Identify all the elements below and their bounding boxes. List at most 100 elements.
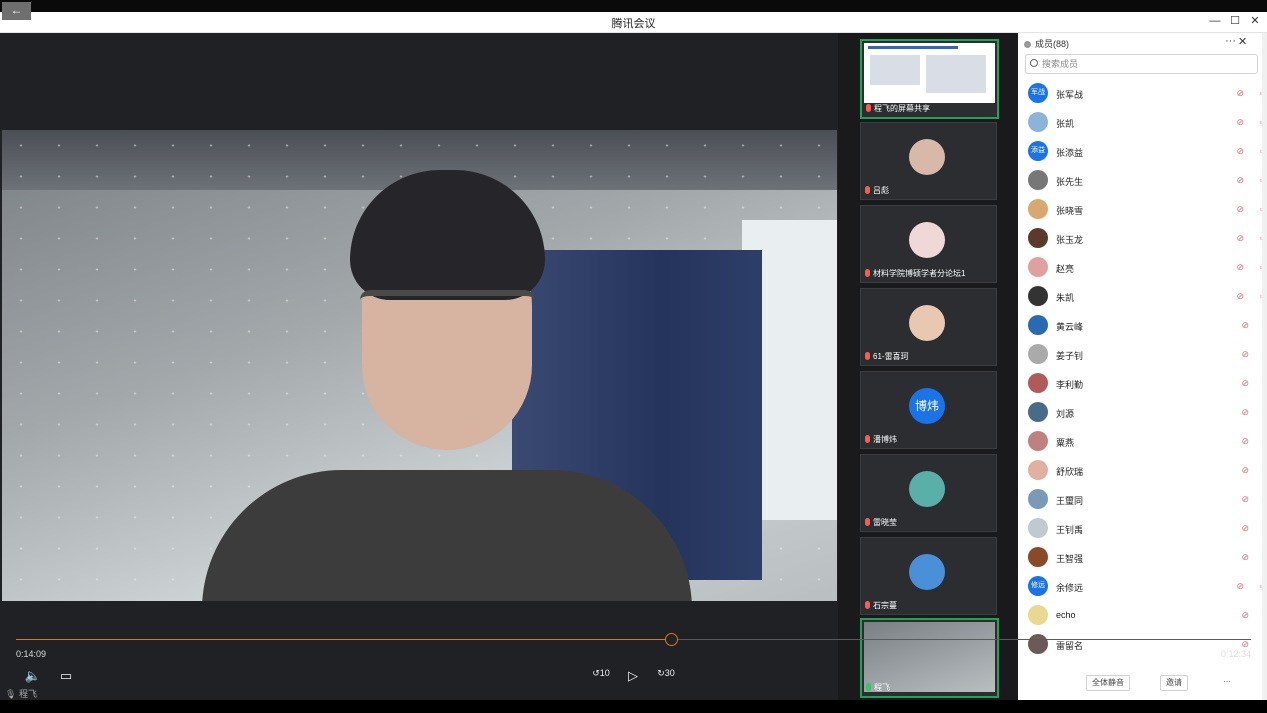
avatar <box>1028 489 1048 509</box>
members-footer: 全体静音 邀请 ··· <box>1018 667 1262 700</box>
member-row[interactable]: 舒欣瑞 ⊘ <box>1028 459 1256 485</box>
back-arrow-icon[interactable]: ← <box>2 2 31 20</box>
member-name: 张凯 <box>1056 119 1075 129</box>
gallery-tile[interactable]: 石宗蔓 <box>860 537 997 615</box>
gallery-tile-self[interactable]: 程飞 <box>860 618 999 698</box>
member-row[interactable]: 添益张添益⊘▫ <box>1028 140 1263 166</box>
mic-muted-icon[interactable]: ⊘ <box>1241 436 1249 447</box>
gallery-tile[interactable]: 61-雷喜珂 <box>860 288 997 366</box>
member-name: 朱凯 <box>1056 293 1075 303</box>
member-name: 雷留名 <box>1056 641 1084 651</box>
avatar <box>909 139 945 175</box>
panel-scrollbar[interactable] <box>1262 33 1267 700</box>
avatar <box>1028 402 1048 422</box>
mic-muted-icon[interactable]: ⊘ <box>1241 407 1249 418</box>
progress-fill <box>16 639 671 640</box>
avatar: 修远 <box>1028 576 1048 596</box>
gallery-tile[interactable]: 吕彪 <box>860 122 997 200</box>
gallery-tile[interactable]: 博炜 潘博炜 <box>860 371 997 449</box>
mic-muted-icon[interactable]: ⊘ <box>1241 465 1249 476</box>
avatar <box>1028 605 1048 625</box>
member-row[interactable]: 赵亮⊘▫ <box>1028 256 1263 282</box>
member-name: 姜子钊 <box>1056 351 1084 361</box>
gallery-tile[interactable]: 材料学院博硕学者分论坛1 <box>860 205 997 283</box>
shared-slide-thumbnail <box>864 43 995 103</box>
main-video-stage <box>0 33 838 700</box>
active-speaker-video[interactable] <box>2 130 837 601</box>
mic-muted-icon <box>865 518 870 526</box>
rewind-10-button[interactable]: ↺10 <box>592 668 610 679</box>
member-row[interactable]: 张玉龙⊘▫ <box>1028 227 1263 253</box>
member-row[interactable]: 修远余修远⊘▫ <box>1028 575 1263 601</box>
mic-muted-icon[interactable]: ⊘ <box>1241 552 1249 563</box>
mic-muted-icon <box>865 601 870 609</box>
mic-muted-icon[interactable]: ⊘ <box>1241 494 1249 505</box>
mic-muted-icon[interactable]: ⊘ <box>1241 610 1249 621</box>
mic-muted-icon[interactable]: ⊘ <box>1236 262 1244 273</box>
more-icon[interactable]: ··· <box>1225 35 1236 47</box>
mic-muted-icon[interactable]: ⊘ <box>1241 349 1249 360</box>
more-options-button[interactable]: ··· <box>1218 675 1236 689</box>
gallery-tile-screenshare[interactable]: 程飞的屏幕共享 <box>860 39 999 119</box>
mic-muted-icon <box>865 186 870 194</box>
mic-icon <box>866 683 871 691</box>
volume-icon[interactable]: 🔈 <box>24 668 42 684</box>
mic-muted-icon[interactable]: ⊘ <box>1236 204 1244 215</box>
member-name: 张军战 <box>1056 90 1084 100</box>
mic-muted-icon[interactable]: ⊘ <box>1236 581 1244 592</box>
tile-name: 吕彪 <box>865 185 889 196</box>
avatar <box>1028 199 1048 219</box>
mic-muted-icon[interactable]: ⊘ <box>1236 117 1244 128</box>
member-row[interactable]: 刘源 ⊘ <box>1028 401 1256 427</box>
mic-muted-icon[interactable]: ⊘ <box>1236 88 1244 99</box>
member-row[interactable]: 李利勤 ⊘ <box>1028 372 1256 398</box>
mic-muted-icon[interactable]: ⊘ <box>1236 233 1244 244</box>
avatar <box>1028 112 1048 132</box>
close-panel-icon[interactable]: ✕ <box>1238 35 1247 48</box>
avatar <box>1028 257 1048 277</box>
member-row[interactable]: 军战张军战⊘▫ <box>1028 82 1263 108</box>
member-name: 张晓雪 <box>1056 206 1084 216</box>
close-icon[interactable]: ✕ <box>1248 14 1262 28</box>
mic-muted-icon[interactable]: ⊘ <box>1241 523 1249 534</box>
invite-button[interactable]: 邀请 <box>1160 675 1188 691</box>
member-row[interactable]: 朱凯⊘▫ <box>1028 285 1263 311</box>
member-row[interactable]: 黄云峰 ⊘ <box>1028 314 1256 340</box>
member-row[interactable]: 张晓雪⊘▫ <box>1028 198 1263 224</box>
mute-all-button[interactable]: 全体静音 <box>1086 675 1130 691</box>
mic-muted-icon[interactable]: ⊘ <box>1236 146 1244 157</box>
member-row[interactable]: 张凯⊘▫ <box>1028 111 1263 137</box>
member-row[interactable]: 粟燕 ⊘ <box>1028 430 1256 456</box>
mic-muted-icon[interactable]: ⊘ <box>1236 175 1244 186</box>
member-name: 余修远 <box>1056 583 1084 593</box>
progress-knob[interactable] <box>664 633 678 646</box>
minimize-icon[interactable]: — <box>1208 14 1222 28</box>
member-row[interactable]: 王钊禹 ⊘ <box>1028 517 1256 543</box>
search-icon <box>1030 59 1038 67</box>
mic-muted-icon[interactable]: ⊘ <box>1241 378 1249 389</box>
avatar <box>1028 286 1048 306</box>
mic-muted-icon[interactable]: ⊘ <box>1236 291 1244 302</box>
members-panel: 成员(88) ··· ✕ 搜索成员 军战张军战⊘▫张凯⊘▫添益张添益⊘▫张先生⊘… <box>1018 33 1263 700</box>
member-name: 李利勤 <box>1056 380 1084 390</box>
member-row[interactable]: echo ⊘ <box>1028 604 1256 630</box>
member-name: 黄云峰 <box>1056 322 1084 332</box>
member-row[interactable]: 张先生⊘▫ <box>1028 169 1263 195</box>
member-row[interactable]: 王璽同 ⊘ <box>1028 488 1256 514</box>
play-icon[interactable]: ▷ <box>626 668 640 684</box>
member-name: 粟燕 <box>1056 438 1075 448</box>
member-name: 张玉龙 <box>1056 235 1084 245</box>
playback-progress-bar[interactable] <box>16 639 1251 640</box>
mic-muted-icon[interactable]: ⊘ <box>1241 320 1249 331</box>
mic-muted-icon <box>866 104 871 112</box>
gallery-tile[interactable]: 雷晓莹 <box>860 454 997 532</box>
subtitle-icon[interactable]: ▭ <box>57 668 75 684</box>
member-row[interactable]: 王智强 ⊘ <box>1028 546 1256 572</box>
mic-muted-icon <box>865 269 870 277</box>
forward-30-button[interactable]: ↻30 <box>656 668 676 679</box>
members-title: 成员(88) <box>1024 37 1069 50</box>
video-gallery: 程飞的屏幕共享 吕彪 材料学院博硕学者分论坛1 61-雷喜珂 博炜 潘博炜 雷晓… <box>838 33 1018 700</box>
maximize-icon[interactable]: ☐ <box>1228 14 1242 28</box>
member-row[interactable]: 姜子钊 ⊘ <box>1028 343 1256 369</box>
member-search-input[interactable]: 搜索成员 <box>1025 54 1258 74</box>
